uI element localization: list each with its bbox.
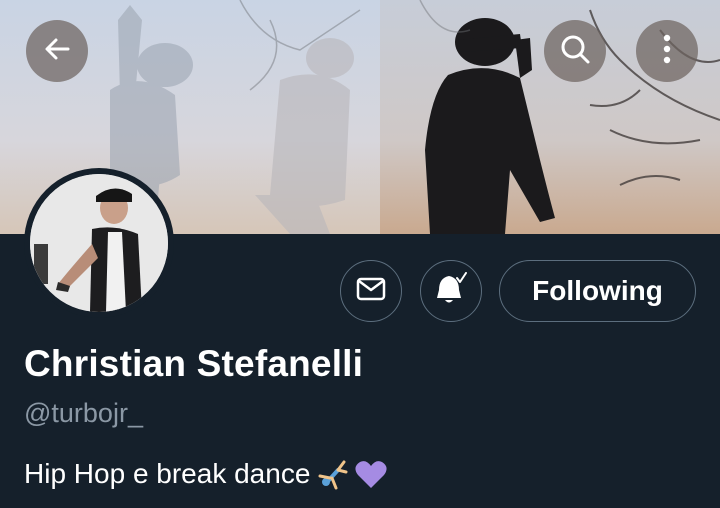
message-button[interactable] — [340, 260, 402, 322]
envelope-icon — [356, 277, 386, 306]
more-options-button[interactable] — [636, 20, 698, 82]
arrow-left-icon — [42, 34, 72, 69]
purple-heart-icon — [354, 458, 388, 490]
cartwheel-icon — [316, 458, 348, 490]
notifications-button[interactable] — [420, 260, 482, 322]
profile-bio: Hip Hop e break dance — [24, 458, 388, 490]
avatar[interactable] — [24, 168, 174, 318]
more-vertical-icon — [662, 34, 672, 69]
profile-name: Christian Stefanelli — [24, 343, 364, 384]
bell-check-icon — [433, 271, 469, 311]
bio-text: Hip Hop e break dance — [24, 458, 311, 489]
search-icon — [559, 33, 591, 70]
profile-handle: @turbojr_ — [24, 398, 143, 428]
search-button[interactable] — [544, 20, 606, 82]
following-label: Following — [532, 275, 663, 306]
avatar-image — [30, 174, 168, 312]
back-button[interactable] — [26, 20, 88, 82]
following-button[interactable]: Following — [499, 260, 696, 322]
